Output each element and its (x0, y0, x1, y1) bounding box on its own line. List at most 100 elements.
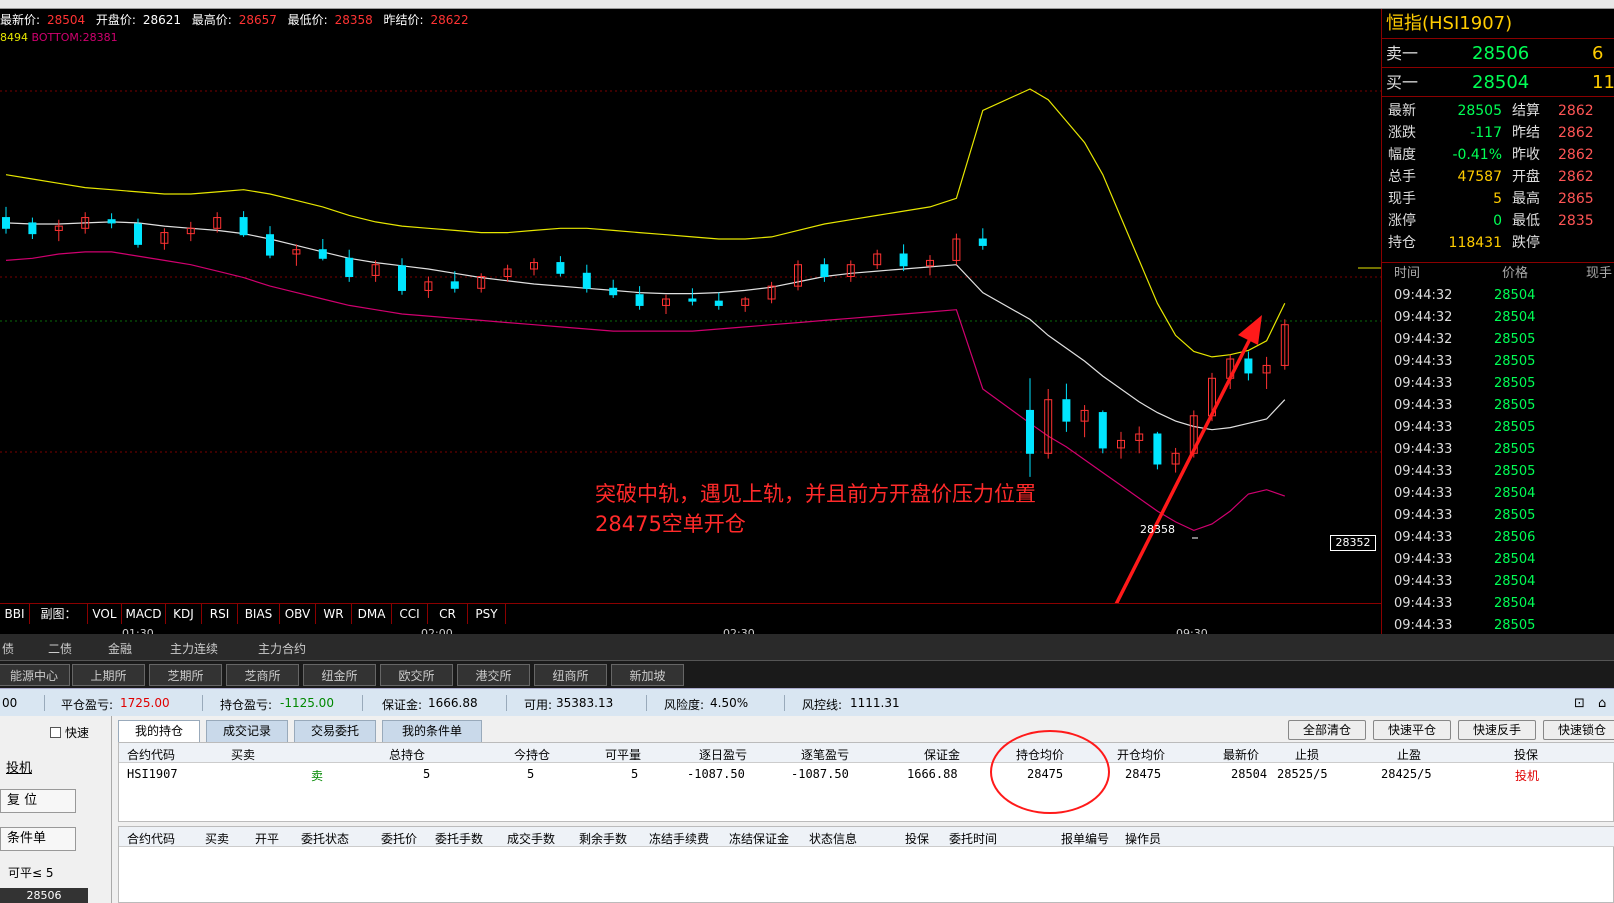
indicator-tab-8[interactable]: WR (316, 604, 352, 624)
indicator-tab-3[interactable]: MACD (122, 604, 166, 624)
cell-closable: 5 (631, 767, 639, 781)
reset-button[interactable]: 复 位 (0, 789, 76, 813)
action-button-3[interactable]: 快速锁仓 (1543, 720, 1614, 740)
category-tab-0[interactable]: 债 (2, 640, 14, 657)
column-header[interactable]: 投保 (1514, 746, 1538, 763)
tick-row: 09:44:33 28505 (1382, 395, 1614, 417)
column-header[interactable]: 总持仓 (389, 746, 425, 763)
column-header[interactable]: 冻结手续费 (649, 830, 709, 847)
column-header[interactable]: 止损 (1295, 746, 1319, 763)
cell-daily-pl: -1087.50 (687, 767, 745, 781)
bid-volume: 11 (1592, 72, 1614, 93)
quote-value: 5 (1493, 191, 1502, 207)
tick-time: 09:44:33 (1394, 618, 1453, 633)
quick-mode-checkbox[interactable]: 快速 (50, 724, 89, 741)
column-header[interactable]: 剩余手数 (579, 830, 627, 847)
indicator-tab-0[interactable]: BBI (0, 604, 30, 624)
trading-panel: 快速 投机 复 位 条件单 可平≤ 5 28506 我的持仓 成交记录 交易委托 我的… (0, 716, 1614, 903)
column-header[interactable]: 逐日盈亏 (699, 746, 747, 763)
category-tab-1[interactable]: 二债 (48, 640, 72, 657)
quote-row: 持仓 118431 跌停 (1382, 232, 1614, 254)
hedge-type-button[interactable]: 投机 (0, 758, 76, 782)
quote-label: 涨跌 (1388, 125, 1416, 141)
indicator-tab-6[interactable]: BIAS (238, 604, 280, 624)
exchange-tab-7[interactable]: 纽商所 (534, 664, 607, 686)
indicator-tab-11[interactable]: CR (428, 604, 468, 624)
column-header[interactable]: 可平量 (605, 746, 641, 763)
time-axis: 01:30 02:00 02:30 09:30 (0, 624, 1381, 634)
column-header[interactable]: 委托价 (381, 830, 417, 847)
action-button-2[interactable]: 快速反手 (1458, 720, 1536, 740)
column-header[interactable]: 委托状态 (301, 830, 349, 847)
time-tick-label: 02:30 (723, 627, 755, 634)
column-header[interactable]: 开仓均价 (1117, 746, 1165, 763)
tab-1[interactable]: 成交记录 (206, 720, 288, 742)
column-header[interactable]: 保证金 (924, 746, 960, 763)
indicator-tab-5[interactable]: RSI (202, 604, 238, 624)
column-header[interactable]: 状态信息 (809, 830, 857, 847)
candle-body (450, 281, 459, 289)
indicator-tab-2[interactable]: VOL (88, 604, 122, 624)
tick-price: 28505 (1494, 354, 1536, 369)
column-header[interactable]: 报单编号 (1061, 830, 1109, 847)
quote-value: -117 (1470, 125, 1502, 141)
tick-row: 09:44:33 28504 (1382, 549, 1614, 571)
column-header[interactable]: 操作员 (1125, 830, 1161, 847)
tab-2[interactable]: 交易委托 (294, 720, 376, 742)
column-header[interactable]: 逐笔盈亏 (801, 746, 849, 763)
table-row[interactable]: HSI1907 卖 5 5 5 -1087.50 -1087.50 1666.88 28475 2… (119, 764, 1614, 784)
conditional-order-button[interactable]: 条件单 (0, 827, 76, 851)
indicator-tab-1[interactable]: 副图： (30, 604, 88, 624)
quote-label: 最新 (1388, 103, 1416, 119)
settings-icon[interactable]: ⌂ (1598, 696, 1606, 711)
column-header[interactable]: 买卖 (205, 830, 229, 847)
column-header[interactable]: 合约代码 (127, 746, 175, 763)
separator (506, 695, 507, 711)
indicator-tab-4[interactable]: KDJ (166, 604, 202, 624)
exchange-tab-2[interactable]: 芝期所 (149, 664, 222, 686)
column-header[interactable]: 合约代码 (127, 830, 175, 847)
action-button-1[interactable]: 快速平仓 (1373, 720, 1451, 740)
exchange-tab-5[interactable]: 欧交所 (380, 664, 453, 686)
exchange-tab-4[interactable]: 纽金所 (303, 664, 376, 686)
exchange-tab-8[interactable]: 新加坡 (611, 664, 684, 686)
indicator-tab-12[interactable]: PSY (468, 604, 506, 624)
ask-row[interactable]: 卖一 28506 6 (1382, 40, 1614, 68)
kline-chart[interactable]: 最新价: 28504 开盘价: 28621 最高价: 28657 最低价: 28358 … (0, 9, 1382, 634)
exchange-tab-6[interactable]: 港交所 (457, 664, 530, 686)
tab-3[interactable]: 我的条件单 (382, 720, 482, 742)
column-header[interactable]: 最新价 (1223, 746, 1259, 763)
candle-body (239, 217, 248, 236)
column-header[interactable]: 投保 (905, 830, 929, 847)
bid-row[interactable]: 买一 28504 11 (1382, 69, 1614, 97)
category-tab-3[interactable]: 主力连续 (170, 640, 218, 657)
category-tab-2[interactable]: 金融 (108, 640, 132, 657)
column-header[interactable]: 今持仓 (514, 746, 550, 763)
cell-code: HSI1907 (127, 767, 178, 781)
quote-value: 2862 (1558, 147, 1594, 163)
action-button-0[interactable]: 全部清仓 (1288, 720, 1366, 740)
tick-price: 28504 (1494, 288, 1536, 303)
column-header[interactable]: 委托时间 (949, 830, 997, 847)
tick-time: 09:44:33 (1394, 376, 1453, 391)
indicator-tab-7[interactable]: OBV (280, 604, 316, 624)
close-pl-label: 平仓盈亏: (61, 698, 114, 712)
exchange-tab-1[interactable]: 上期所 (72, 664, 145, 686)
column-header[interactable]: 买卖 (231, 746, 255, 763)
column-header[interactable]: 委托手数 (435, 830, 483, 847)
exchange-tab-3[interactable]: 芝商所 (226, 664, 299, 686)
category-tab-4[interactable]: 主力合约 (258, 640, 306, 657)
exchange-tab-0[interactable]: 能源中心 (0, 664, 70, 686)
column-header[interactable]: 开平 (255, 830, 279, 847)
indicator-tab-10[interactable]: CCI (392, 604, 428, 624)
quote-label: 昨结 (1512, 125, 1540, 141)
tick-time: 09:44:33 (1394, 464, 1453, 479)
tab-0[interactable]: 我的持仓 (118, 720, 200, 742)
indicator-tab-9[interactable]: DMA (352, 604, 392, 624)
column-header[interactable]: 止盈 (1397, 746, 1421, 763)
order-price-field[interactable]: 28506 (0, 888, 88, 903)
open-label: 开盘价: (95, 13, 136, 27)
column-header[interactable]: 成交手数 (507, 830, 555, 847)
column-header[interactable]: 冻结保证金 (729, 830, 789, 847)
lock-icon[interactable]: ⊡ (1574, 696, 1585, 711)
